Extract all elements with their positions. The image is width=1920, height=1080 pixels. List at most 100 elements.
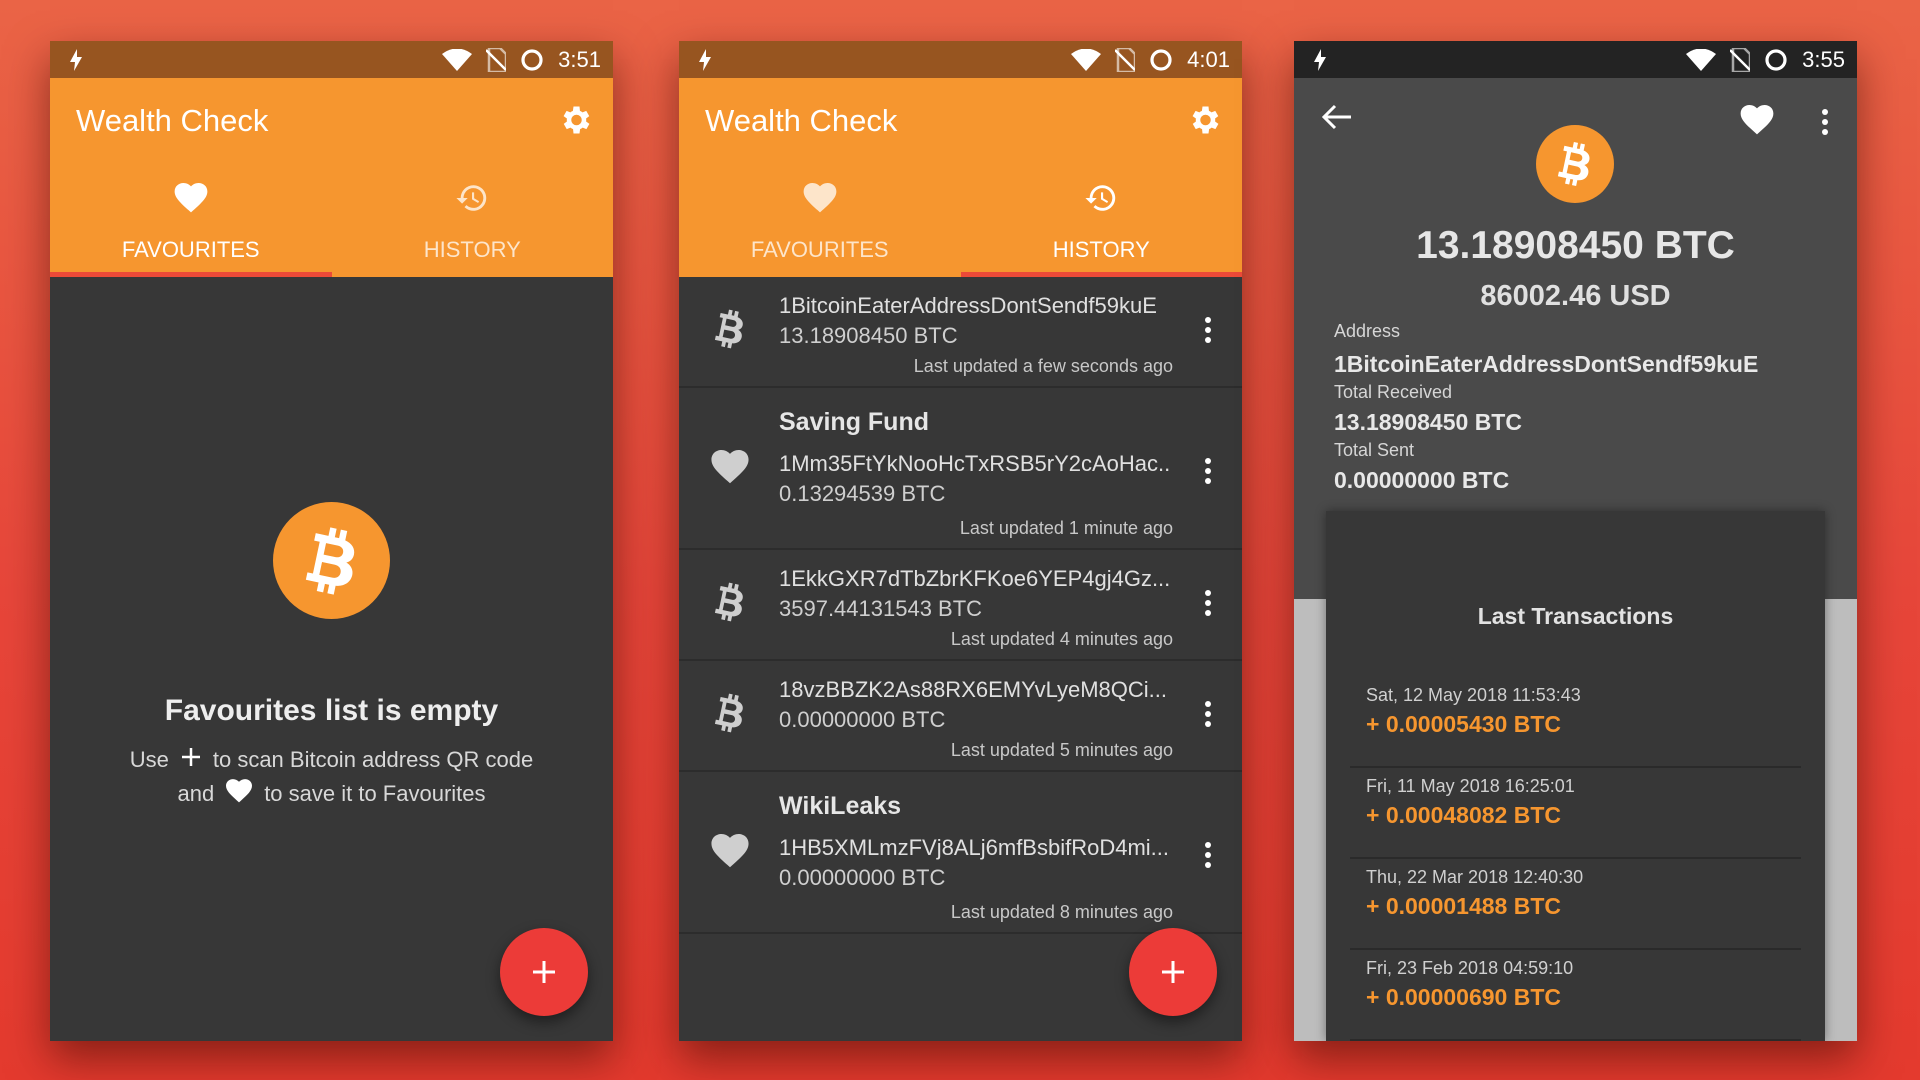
total-received-label: Total Received bbox=[1334, 382, 1453, 402]
empty-title: Favourites list is empty bbox=[164, 694, 499, 727]
app-title: Wealth Check bbox=[705, 103, 898, 138]
list-item-text: Saving Fund 1Mm35FtYkNooHcTxRSB5rY2cAoHa… bbox=[779, 408, 1172, 507]
last-updated: Last updated 1 minute ago bbox=[959, 518, 1173, 538]
data-saver-icon bbox=[520, 48, 544, 72]
bitcoin-logo-icon bbox=[1536, 125, 1614, 203]
balance: 0.00000000 BTC bbox=[779, 707, 946, 732]
address: 1EkkGXR7dTbZbrKFKoe6YEP4gj4Gz... bbox=[779, 566, 1171, 591]
list-item[interactable]: 18vzBBZK2As88RX6EMYvLyeM8QCi... 0.000000… bbox=[679, 661, 1242, 772]
hint-text: to save it to Favourites bbox=[264, 781, 486, 806]
list-item-text: 1EkkGXR7dTbZbrKFKoe6YEP4gj4Gz... 3597.44… bbox=[779, 566, 1172, 622]
heart-icon bbox=[174, 179, 208, 217]
list-item[interactable]: 1EkkGXR7dTbZbrKFKoe6YEP4gj4Gz... 3597.44… bbox=[679, 550, 1242, 661]
more-vert-icon[interactable] bbox=[1202, 842, 1214, 868]
gear-icon[interactable] bbox=[1186, 102, 1222, 138]
add-address-button[interactable] bbox=[500, 928, 588, 1016]
bitcoin-logo-icon bbox=[273, 502, 390, 619]
bitcoin-icon bbox=[709, 582, 751, 622]
phone-screen-address-detail: 3:55 13.18908450 BTC 86002.46 USD Addres… bbox=[1294, 41, 1857, 1041]
transaction-amount: + 0.00001488 BTC bbox=[1366, 893, 1561, 919]
no-sim-icon bbox=[486, 48, 506, 72]
balance: 13.18908450 BTC bbox=[779, 323, 958, 348]
empty-state: Favourites list is empty Use to scan Bit… bbox=[50, 277, 613, 1041]
hint-text: Use bbox=[129, 747, 169, 772]
more-vert-icon[interactable] bbox=[1202, 317, 1214, 343]
list-item[interactable]: Saving Fund 1Mm35FtYkNooHcTxRSB5rY2cAoHa… bbox=[679, 388, 1242, 550]
charging-icon bbox=[70, 49, 82, 71]
app-bar: Wealth Check FAVOURITES HISTORY bbox=[50, 78, 613, 277]
transaction-row: Fri, 11 May 2018 16:25:01 + 0.00048082 B… bbox=[1350, 768, 1801, 859]
heart-icon[interactable] bbox=[1740, 105, 1774, 135]
address: 1HB5XMLmzFVj8ALj6mfBsbifRoD4mi... bbox=[779, 835, 1170, 860]
last-updated: Last updated 4 minutes ago bbox=[950, 629, 1173, 649]
no-sim-icon bbox=[1115, 48, 1135, 72]
status-bar: 3:51 bbox=[50, 41, 613, 78]
transaction-date: Fri, 23 Feb 2018 04:59:10 bbox=[1366, 958, 1574, 978]
more-vert-icon[interactable] bbox=[1202, 458, 1214, 484]
balance: 0.13294539 BTC bbox=[779, 481, 946, 506]
address: 18vzBBZK2As88RX6EMYvLyeM8QCi... bbox=[779, 677, 1168, 702]
no-sim-icon bbox=[1730, 48, 1750, 72]
plus-icon bbox=[1162, 961, 1184, 983]
back-arrow-icon[interactable] bbox=[1322, 104, 1352, 130]
hint-text: to scan Bitcoin address QR code bbox=[212, 747, 534, 772]
bitcoin-icon bbox=[709, 309, 751, 349]
tab-favourites[interactable]: FAVOURITES bbox=[50, 167, 332, 277]
tab-bar: FAVOURITES HISTORY bbox=[679, 167, 1242, 277]
transaction-amount: + 0.00000690 BTC bbox=[1366, 984, 1561, 1010]
tab-bar: FAVOURITES HISTORY bbox=[50, 167, 613, 277]
charging-icon bbox=[1314, 49, 1326, 71]
gear-icon[interactable] bbox=[557, 102, 593, 138]
btc-balance: 13.18908450 BTC bbox=[1416, 224, 1735, 267]
history-list: 1BitcoinEaterAddressDontSendf59kuE 13.18… bbox=[679, 277, 1242, 934]
transaction-amount: + 0.00005430 BTC bbox=[1366, 711, 1561, 737]
heart-icon bbox=[709, 450, 751, 484]
heart-icon bbox=[803, 179, 837, 217]
transaction-row: Fri, 23 Feb 2018 04:59:10 + 0.00000690 B… bbox=[1350, 950, 1801, 1041]
heart-icon bbox=[226, 779, 252, 809]
transaction-row: Sat, 12 May 2018 11:53:43 + 0.00005430 B… bbox=[1350, 677, 1801, 768]
charging-icon bbox=[699, 49, 711, 71]
add-address-button[interactable] bbox=[1129, 928, 1217, 1016]
list-item[interactable]: 1BitcoinEaterAddressDontSendf59kuE 13.18… bbox=[679, 277, 1242, 388]
tab-label: HISTORY bbox=[1052, 237, 1150, 262]
plus-icon bbox=[533, 961, 555, 983]
address-value: 1BitcoinEaterAddressDontSendf59kuE bbox=[1334, 351, 1759, 377]
total-sent-label: Total Sent bbox=[1334, 440, 1415, 460]
tab-history[interactable]: HISTORY bbox=[960, 167, 1242, 277]
tab-label: HISTORY bbox=[423, 237, 521, 262]
transaction-date: Fri, 11 May 2018 16:25:01 bbox=[1366, 776, 1575, 796]
more-vert-icon[interactable] bbox=[1202, 590, 1214, 616]
plus-icon bbox=[181, 747, 201, 773]
transaction-date: Sat, 12 May 2018 11:53:43 bbox=[1366, 685, 1581, 705]
app-bar: Wealth Check FAVOURITES HISTORY bbox=[679, 78, 1242, 277]
last-updated: Last updated 5 minutes ago bbox=[950, 740, 1173, 760]
hint-text: and bbox=[177, 781, 215, 806]
heart-icon bbox=[709, 834, 751, 868]
transaction-row: Thu, 22 Mar 2018 12:40:30 + 0.00001488 B… bbox=[1350, 859, 1801, 950]
favourite-name: WikiLeaks bbox=[779, 792, 902, 820]
balance: 3597.44131543 BTC bbox=[779, 596, 983, 621]
total-sent-value: 0.00000000 BTC bbox=[1334, 467, 1510, 493]
tab-favourites[interactable]: FAVOURITES bbox=[679, 167, 961, 277]
status-time: 3:51 bbox=[558, 46, 601, 72]
list-item[interactable]: WikiLeaks 1HB5XMLmzFVj8ALj6mfBsbifRoD4mi… bbox=[679, 772, 1242, 934]
balance: 0.00000000 BTC bbox=[779, 865, 946, 890]
total-received-value: 13.18908450 BTC bbox=[1334, 409, 1522, 435]
tab-history[interactable]: HISTORY bbox=[332, 167, 614, 277]
history-icon bbox=[1084, 179, 1118, 217]
favourite-name: Saving Fund bbox=[779, 408, 929, 436]
wifi-icon bbox=[1071, 49, 1101, 71]
status-time: 3:55 bbox=[1802, 46, 1845, 72]
more-vert-icon[interactable] bbox=[1822, 109, 1828, 135]
status-bar: 4:01 bbox=[679, 41, 1242, 78]
transaction-date: Thu, 22 Mar 2018 12:40:30 bbox=[1366, 867, 1584, 887]
last-updated: Last updated a few seconds ago bbox=[913, 356, 1173, 376]
list-item-text: 18vzBBZK2As88RX6EMYvLyeM8QCi... 0.000000… bbox=[779, 677, 1172, 733]
data-saver-icon bbox=[1149, 48, 1173, 72]
empty-hint-save: and to save it to Favourites bbox=[50, 779, 613, 809]
usd-balance: 86002.46 USD bbox=[1480, 280, 1671, 312]
more-vert-icon[interactable] bbox=[1202, 701, 1214, 727]
status-time: 4:01 bbox=[1187, 46, 1230, 72]
bitcoin-icon bbox=[709, 693, 751, 733]
